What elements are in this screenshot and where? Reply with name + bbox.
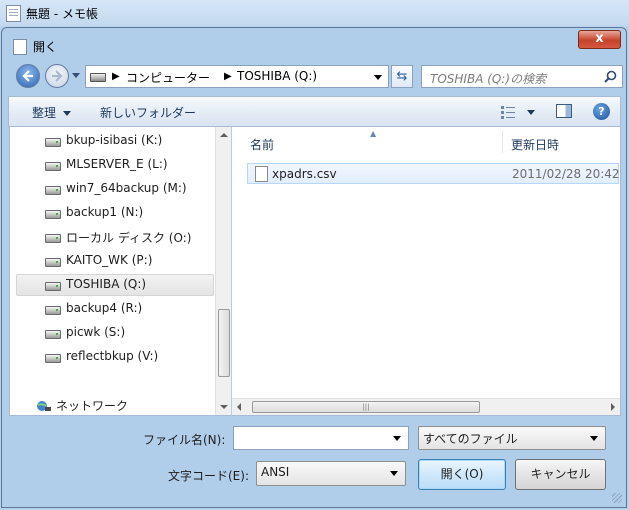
nav-item-drive-s[interactable]: picwk (S:): [10, 322, 214, 344]
resize-grip[interactable]: [612, 493, 622, 503]
address-dropdown-icon[interactable]: [374, 75, 382, 80]
column-header-date-modified[interactable]: 更新日時: [511, 136, 559, 153]
nav-item-drive-q-selected[interactable]: TOSHIBA (Q:): [16, 274, 214, 296]
arrow-right-icon: [52, 70, 63, 82]
nav-item-drive-n[interactable]: backup1 (N:): [10, 202, 214, 224]
drive-icon: [45, 330, 61, 339]
nav-item-label: KAITO_WK (P:): [66, 253, 153, 267]
arrow-left-icon: [22, 70, 33, 82]
file-name: xpadrs.csv: [272, 167, 337, 181]
column-divider[interactable]: [502, 131, 503, 153]
filename-label: ファイル名(N):: [143, 433, 226, 447]
help-icon[interactable]: ?: [593, 103, 610, 120]
drive-icon: [45, 162, 61, 171]
open-file-dialog: 開く x ▶ コンピューター ▶ TOSHIBA (Q:) ⇆ TOSHIBA …: [1, 27, 627, 508]
nav-item-label: picwk (S:): [66, 325, 126, 339]
file-type-value: すべてのファイル: [423, 432, 518, 446]
drive-icon: [45, 234, 61, 243]
file-type-select[interactable]: すべてのファイル: [418, 426, 606, 450]
scrollbar-thumb[interactable]: |||: [252, 401, 480, 413]
drive-icon: [45, 258, 61, 267]
nav-item-drive-o[interactable]: ローカル ディスク (O:): [10, 226, 214, 248]
refresh-icon: ⇆: [396, 69, 408, 84]
drive-icon: [45, 282, 61, 291]
back-button[interactable]: [16, 64, 40, 88]
breadcrumb-computer[interactable]: コンピューター: [126, 69, 210, 86]
drive-icon: [90, 73, 106, 82]
navigation-pane-scrollbar[interactable]: [215, 127, 231, 415]
file-list: 名前 ▲ 更新日時 xpadrs.csv 2011/02/28 20:42 ||…: [232, 127, 621, 416]
drive-icon: [45, 306, 61, 315]
scroll-down-icon[interactable]: [220, 405, 228, 409]
search-placeholder: TOSHIBA (Q:)の検索: [430, 72, 547, 86]
nav-item-drive-v[interactable]: reflectbkup (V:): [10, 346, 214, 368]
drive-icon: [45, 186, 61, 195]
file-icon: [255, 166, 268, 182]
nav-item-drive-l[interactable]: MLSERVER_E (L:): [10, 154, 214, 176]
background-window-title: 無題 - メモ帳: [26, 7, 98, 21]
nav-item-drive-m[interactable]: win7_64backup (M:): [10, 178, 214, 200]
change-view-icon[interactable]: [500, 105, 516, 119]
filename-input[interactable]: [233, 426, 409, 450]
encoding-dropdown-icon[interactable]: [390, 471, 398, 476]
breadcrumb-chevron-icon[interactable]: ▶: [112, 71, 120, 82]
nav-item-label: ネットワーク: [56, 399, 129, 413]
encoding-select[interactable]: ANSI: [256, 461, 406, 486]
file-date-modified: 2011/02/28 20:42: [512, 167, 620, 181]
breadcrumb-current-drive[interactable]: TOSHIBA (Q:): [237, 69, 317, 83]
network-icon: [37, 401, 51, 411]
nav-item-label: MLSERVER_E (L:): [66, 157, 168, 171]
preview-pane-icon[interactable]: [556, 104, 572, 118]
file-list-horizontal-scrollbar[interactable]: |||: [232, 398, 620, 415]
nav-item-label: win7_64backup (M:): [66, 181, 187, 195]
encoding-label: 文字コード(E):: [168, 469, 249, 483]
filename-dropdown-icon[interactable]: [393, 436, 401, 441]
drive-icon: [45, 210, 61, 219]
drive-icon: [45, 138, 61, 147]
nav-item-label: backup1 (N:): [66, 205, 144, 219]
close-button[interactable]: x: [578, 30, 621, 49]
encoding-value: ANSI: [261, 465, 290, 479]
organize-button[interactable]: 整理: [32, 104, 56, 121]
command-bar: 整理 新しいフォルダー ?: [8, 96, 621, 127]
dialog-title: 開く: [33, 40, 58, 54]
sort-ascending-icon: ▲: [370, 129, 377, 138]
view-options-dropdown-icon[interactable]: [527, 110, 535, 115]
nav-item-label: TOSHIBA (Q:): [66, 277, 147, 291]
recent-locations-dropdown[interactable]: [72, 73, 80, 78]
navigation-pane: bkup-isibasi (K:) MLSERVER_E (L:) win7_6…: [9, 127, 231, 416]
nav-item-drive-p[interactable]: KAITO_WK (P:): [10, 250, 214, 272]
refresh-button[interactable]: ⇆: [391, 65, 413, 88]
file-type-dropdown-icon[interactable]: [590, 436, 598, 441]
address-bar[interactable]: ▶ コンピューター ▶ TOSHIBA (Q:): [85, 65, 389, 88]
nav-item-drive-r[interactable]: backup4 (R:): [10, 298, 214, 320]
background-window-titlebar: 無題 - メモ帳: [0, 0, 629, 26]
forward-button[interactable]: [45, 64, 69, 88]
breadcrumb-chevron-icon[interactable]: ▶: [224, 71, 232, 82]
dialog-document-icon: [13, 39, 27, 55]
open-button[interactable]: 開く(O): [418, 459, 506, 490]
scroll-left-icon[interactable]: [237, 403, 241, 411]
nav-item-label: backup4 (R:): [66, 301, 143, 315]
search-input[interactable]: TOSHIBA (Q:)の検索: [421, 65, 623, 88]
search-icon[interactable]: [604, 70, 617, 83]
drive-icon: [45, 354, 61, 363]
nav-item-label: bkup-isibasi (K:): [66, 133, 163, 147]
nav-item-drive-k[interactable]: bkup-isibasi (K:): [10, 130, 214, 152]
organize-dropdown-icon[interactable]: [63, 111, 71, 116]
column-header-name[interactable]: 名前: [250, 136, 274, 153]
notepad-icon: [6, 5, 21, 22]
scroll-right-icon[interactable]: [611, 403, 615, 411]
nav-item-network[interactable]: ネットワーク: [10, 394, 214, 415]
nav-item-label: reflectbkup (V:): [66, 349, 159, 363]
scrollbar-thumb[interactable]: [218, 309, 230, 377]
nav-item-label: ローカル ディスク (O:): [66, 231, 192, 245]
cancel-button[interactable]: キャンセル: [515, 459, 606, 490]
new-folder-button[interactable]: 新しいフォルダー: [100, 104, 196, 121]
scroll-up-icon[interactable]: [220, 133, 228, 137]
file-row[interactable]: xpadrs.csv 2011/02/28 20:42: [247, 163, 620, 184]
dialog-titlebar[interactable]: 開く x: [2, 28, 626, 62]
